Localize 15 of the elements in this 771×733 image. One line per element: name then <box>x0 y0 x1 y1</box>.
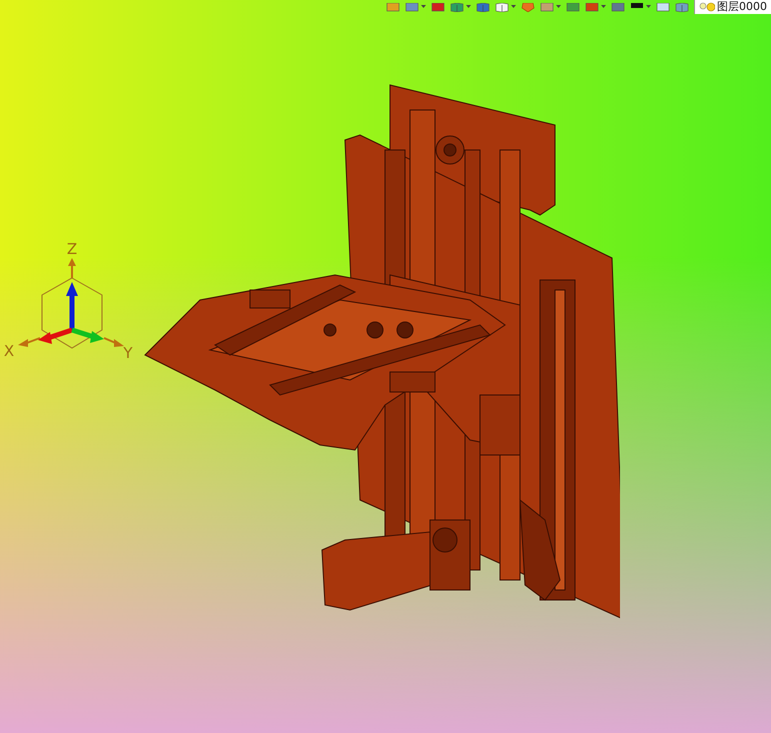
caret-icon[interactable] <box>466 5 471 9</box>
caret-icon[interactable] <box>646 5 651 9</box>
caret-icon[interactable] <box>556 5 561 9</box>
bulb-icon <box>699 2 715 12</box>
layer-dropdown[interactable]: 图层0000 <box>694 0 771 14</box>
caret-icon[interactable] <box>511 5 516 9</box>
axis-label: Z <box>66 240 78 258</box>
caret-icon[interactable] <box>601 5 606 9</box>
cube-icon[interactable] <box>495 2 509 12</box>
axis-label: X <box>4 342 14 360</box>
caret-icon[interactable] <box>421 5 426 9</box>
cube-icon[interactable] <box>476 2 490 12</box>
axis-label: Y <box>123 344 133 362</box>
cube-icon[interactable] <box>450 2 464 12</box>
cube-icon[interactable] <box>675 2 689 12</box>
